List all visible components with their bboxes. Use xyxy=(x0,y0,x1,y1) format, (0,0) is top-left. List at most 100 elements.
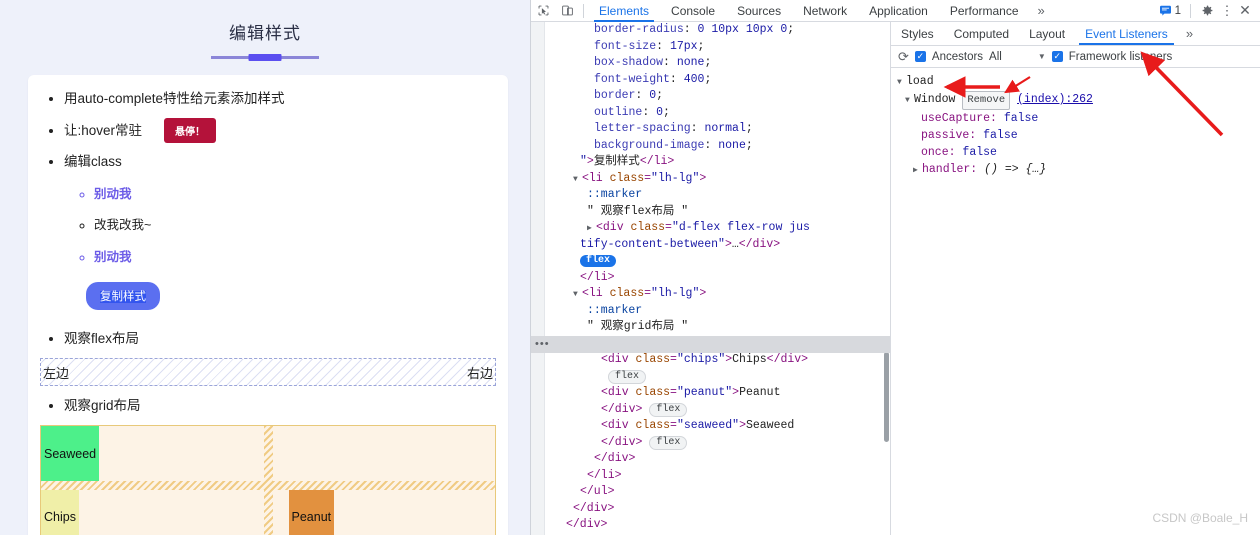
event-listener-row[interactable]: passive: false xyxy=(895,127,1260,144)
dom-token: ; xyxy=(697,39,705,53)
remove-button[interactable]: Remove xyxy=(962,91,1011,110)
issues-button[interactable]: 1 xyxy=(1154,4,1186,18)
dom-tree-line[interactable]: font-size: 17px; xyxy=(545,39,884,56)
tab-network[interactable]: Network xyxy=(792,0,858,22)
dom-tree-line[interactable]: box-shadow: none; xyxy=(545,55,884,72)
expand-triangle-closed-icon[interactable]: ▶ xyxy=(913,162,922,179)
expand-triangle-open-icon[interactable]: ▼ xyxy=(897,74,906,91)
dom-tree-line[interactable]: </li> xyxy=(545,270,884,287)
layout-badge-flex[interactable]: flex xyxy=(580,255,617,267)
dom-tree-line[interactable]: </li> xyxy=(545,468,884,485)
sub-item-2: 改我改我~ xyxy=(94,216,496,235)
device-toolbar-icon[interactable] xyxy=(555,0,579,22)
dom-tree-line[interactable]: ::marker xyxy=(545,303,884,320)
dom-scrollbar-thumb[interactable] xyxy=(884,352,889,442)
dom-token: letter-spacing xyxy=(594,122,691,135)
dom-tree-line[interactable]: letter-spacing: normal; xyxy=(545,121,884,138)
dom-tree-line[interactable]: tify-content-between">…</div> xyxy=(545,237,884,254)
tab-layout[interactable]: Layout xyxy=(1019,22,1075,45)
dom-tree-line[interactable]: border-radius: 0 10px 10px 0; xyxy=(545,22,884,39)
chevron-down-icon[interactable]: ▼ xyxy=(1038,52,1046,61)
dom-token: 0 xyxy=(656,105,664,119)
source-link[interactable]: (index):262 xyxy=(1017,93,1093,106)
event-listener-row[interactable]: useCapture: false xyxy=(895,110,1260,127)
tab-performance[interactable]: Performance xyxy=(939,0,1030,22)
dom-token: </li> xyxy=(587,468,622,482)
dom-tree-line[interactable]: ::marker xyxy=(545,187,884,204)
sidebar-more-tabs-icon[interactable]: » xyxy=(1178,22,1201,45)
dom-token: : xyxy=(669,72,684,86)
dom-breadcrumb-dots[interactable]: ••• xyxy=(535,336,550,353)
expand-triangle-closed-icon[interactable]: ▶ xyxy=(587,221,596,238)
dom-tree-line[interactable]: flex xyxy=(545,369,884,386)
ancestors-checkbox[interactable]: ✓ xyxy=(914,51,926,62)
dom-tree-line[interactable]: " 观察flex布局 " xyxy=(545,204,884,221)
issues-count: 1 xyxy=(1174,4,1181,17)
feature-list: 用auto-complete特性给元素添加样式 让:hover常驻 悬停！ 编辑… xyxy=(40,89,496,349)
dom-tree-line[interactable]: ▶ <div class="d-flex flex-row jus xyxy=(545,220,884,237)
dom-tree-line[interactable]: ">复制样式</li> xyxy=(545,154,884,171)
layout-badge-flex[interactable]: flex xyxy=(608,369,647,384)
dom-tree-line[interactable]: ▼ <li class="lh-lg"> xyxy=(545,286,884,303)
dom-tree-line[interactable]: border: 0; xyxy=(545,88,884,105)
tab-sources[interactable]: Sources xyxy=(726,0,792,22)
dom-tree-line[interactable]: outline: 0; xyxy=(545,105,884,122)
tab-computed[interactable]: Computed xyxy=(944,22,1019,45)
dom-token: Peanut xyxy=(739,386,781,399)
layout-badge-flex[interactable]: flex xyxy=(649,435,688,450)
dom-tree-line[interactable]: </div> flex xyxy=(545,402,884,419)
dom-tree-panel[interactable]: border-radius: 0 10px 10px 0; font-size: … xyxy=(531,22,891,535)
dom-tree-line[interactable]: " 观察grid布局 " xyxy=(545,319,884,336)
inspect-cursor-icon[interactable] xyxy=(531,0,555,22)
event-listeners-tree[interactable]: ▼ load ▼ Window Remove (index):262 useCaptur… xyxy=(891,68,1260,179)
dom-tree-line[interactable]: </div> flex xyxy=(545,435,884,452)
framework-listeners-label: Framework listeners xyxy=(1068,50,1173,63)
dom-selected-row-highlight xyxy=(531,335,890,353)
dom-tree-line[interactable]: </div> xyxy=(545,517,884,534)
dom-tree-line[interactable]: background-image: none; xyxy=(545,138,884,155)
scope-select-value[interactable]: All xyxy=(989,51,1002,63)
framework-listeners-checkbox[interactable]: ✓ xyxy=(1051,51,1063,62)
tab-event-listeners[interactable]: Event Listeners xyxy=(1075,22,1178,45)
dom-token: = xyxy=(665,221,672,234)
expand-triangle-open-icon[interactable]: ▼ xyxy=(573,287,582,304)
event-listener-row[interactable]: ▼ load xyxy=(895,73,1260,91)
page-title: 编辑样式 xyxy=(229,24,301,43)
tab-application[interactable]: Application xyxy=(858,0,939,22)
more-tabs-icon[interactable]: » xyxy=(1030,0,1053,22)
close-icon[interactable]: ✕ xyxy=(1235,2,1255,19)
dom-tree-line[interactable]: flex xyxy=(545,253,884,270)
expand-triangle-open-icon[interactable]: ▼ xyxy=(573,172,582,189)
dom-tree-line[interactable]: ▼ <li class="lh-lg"> xyxy=(545,171,884,188)
dom-token: </div> xyxy=(766,353,809,366)
dom-token: < xyxy=(582,171,589,185)
dom-tree-line[interactable]: </div> xyxy=(545,451,884,468)
dom-tree-line[interactable]: <div class="peanut">Peanut xyxy=(545,385,884,402)
refresh-icon[interactable]: ⟳ xyxy=(898,49,909,65)
copy-style-button[interactable]: 复制样式 xyxy=(86,281,160,310)
gear-icon[interactable] xyxy=(1195,0,1219,22)
dom-tree-line[interactable]: font-weight: 400; xyxy=(545,72,884,89)
event-listener-row[interactable]: ▶ handler: () => {…} xyxy=(895,161,1260,179)
hover-demo-button[interactable]: 悬停！ xyxy=(164,118,217,144)
dom-tree-line[interactable]: </ul> xyxy=(545,484,884,501)
event-listener-row[interactable]: ▼ Window Remove (index):262 xyxy=(895,91,1260,110)
dom-tree-line[interactable]: </div> xyxy=(545,501,884,518)
dom-token: </div> xyxy=(594,452,636,465)
dom-tree-content[interactable]: border-radius: 0 10px 10px 0; font-size: … xyxy=(545,22,884,535)
dom-tree-line[interactable]: <div class="seaweed">Seaweed xyxy=(545,418,884,435)
dom-token: : xyxy=(690,122,705,135)
expand-triangle-open-icon[interactable]: ▼ xyxy=(905,92,914,109)
kebab-menu-icon[interactable]: ⋮ xyxy=(1219,3,1235,19)
event-listener-row[interactable]: once: false xyxy=(895,144,1260,161)
listener-property-key: handler: xyxy=(922,163,985,176)
layout-badge-flex[interactable]: flex xyxy=(649,402,688,417)
tab-styles[interactable]: Styles xyxy=(891,22,944,45)
dom-token: 复制样式 xyxy=(593,155,640,168)
tab-elements[interactable]: Elements xyxy=(588,0,660,22)
autocomplete-text: 用auto-complete特性给元素添加样式 xyxy=(64,91,285,106)
dom-token: = xyxy=(670,353,677,366)
message-icon xyxy=(1159,5,1171,16)
dom-tree-line[interactable]: <div class="chips">Chips</div> xyxy=(545,352,884,369)
tab-console[interactable]: Console xyxy=(660,0,726,22)
